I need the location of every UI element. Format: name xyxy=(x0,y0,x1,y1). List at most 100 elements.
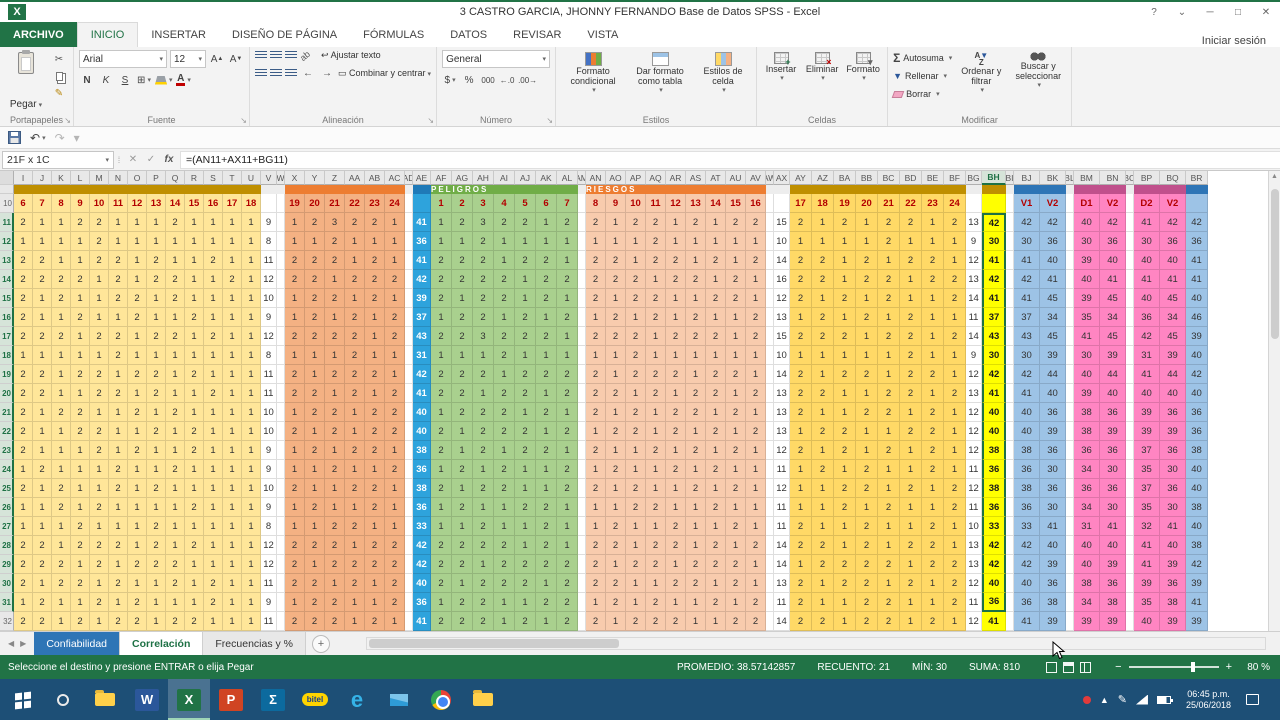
cell-BF25[interactable]: 2 xyxy=(944,479,966,498)
row-header-19[interactable]: 19 xyxy=(0,365,14,384)
cell-BF23[interactable]: 1 xyxy=(944,441,966,460)
cell-BG26[interactable]: 11 xyxy=(966,498,982,517)
cell-N28[interactable]: 2 xyxy=(109,536,128,555)
cell-N23[interactable]: 1 xyxy=(109,441,128,460)
cell-AZ32[interactable]: 2 xyxy=(812,612,834,631)
cell-I26[interactable]: 1 xyxy=(14,498,33,517)
cell-N11[interactable]: 1 xyxy=(109,213,128,232)
cell-AF12[interactable]: 1 xyxy=(431,232,452,251)
cell-AV18[interactable]: 1 xyxy=(746,346,766,365)
cell-AN13[interactable]: 2 xyxy=(586,251,606,270)
cell-AN32[interactable]: 2 xyxy=(586,612,606,631)
column-header-M[interactable]: M xyxy=(90,171,109,185)
insert-function-button[interactable]: fx xyxy=(160,154,178,165)
cell-AZ28[interactable]: 2 xyxy=(812,536,834,555)
cell-BG21[interactable]: 12 xyxy=(966,403,982,422)
cell-Z29[interactable]: 2 xyxy=(325,555,345,574)
cell-BH22[interactable]: 40 xyxy=(982,422,1006,441)
cell-W30[interactable] xyxy=(277,574,285,593)
cell-BK30[interactable]: 36 xyxy=(1040,574,1066,593)
cell-AP13[interactable]: 1 xyxy=(626,251,646,270)
cell-BO28[interactable] xyxy=(1126,536,1134,555)
cell-AK18[interactable]: 1 xyxy=(536,346,557,365)
cell-AP27[interactable]: 1 xyxy=(626,517,646,536)
cell-AU13[interactable]: 1 xyxy=(726,251,746,270)
cell-AU25[interactable]: 2 xyxy=(726,479,746,498)
cell-K23[interactable]: 1 xyxy=(52,441,71,460)
cell-AL15[interactable]: 1 xyxy=(557,289,578,308)
cell-W23[interactable] xyxy=(277,441,285,460)
cell-R22[interactable]: 2 xyxy=(185,422,204,441)
cell-I13[interactable]: 2 xyxy=(14,251,33,270)
cell-AX11[interactable]: 15 xyxy=(774,213,790,232)
cell-P27[interactable]: 2 xyxy=(147,517,166,536)
cell-BK22[interactable]: 39 xyxy=(1040,422,1066,441)
cell-AH14[interactable]: 2 xyxy=(473,270,494,289)
cell-BN32[interactable]: 39 xyxy=(1100,612,1126,631)
cell-AD30[interactable] xyxy=(405,574,413,593)
column-header-AU[interactable]: AU xyxy=(726,171,746,185)
cell-BQ15[interactable]: 45 xyxy=(1160,289,1186,308)
cell-M25[interactable]: 1 xyxy=(90,479,109,498)
cell-L23[interactable]: 1 xyxy=(71,441,90,460)
cell-AK20[interactable]: 1 xyxy=(536,384,557,403)
font-size-select[interactable]: 12 ▾ xyxy=(170,50,206,68)
cell-AE24[interactable]: 36 xyxy=(413,460,431,479)
cell-W29[interactable] xyxy=(277,555,285,574)
cell-AV17[interactable]: 2 xyxy=(746,327,766,346)
cell-AZ12[interactable]: 1 xyxy=(812,232,834,251)
cell-BG30[interactable]: 12 xyxy=(966,574,982,593)
cell-Q21[interactable]: 2 xyxy=(166,403,185,422)
cell-AW19[interactable] xyxy=(766,365,774,384)
cell-AL32[interactable]: 2 xyxy=(557,612,578,631)
cell-AS15[interactable]: 1 xyxy=(686,289,706,308)
cell-AO32[interactable]: 1 xyxy=(606,612,626,631)
cell-BM21[interactable]: 38 xyxy=(1074,403,1100,422)
cell-AS18[interactable]: 1 xyxy=(686,346,706,365)
cell-BK15[interactable]: 45 xyxy=(1040,289,1066,308)
cell-AU19[interactable]: 2 xyxy=(726,365,746,384)
cell-AA11[interactable]: 2 xyxy=(345,213,365,232)
cell-AZ20[interactable]: 2 xyxy=(812,384,834,403)
cell-AR28[interactable]: 2 xyxy=(666,536,686,555)
cell-AY13[interactable]: 2 xyxy=(790,251,812,270)
cell-Q25[interactable]: 1 xyxy=(166,479,185,498)
cell-M26[interactable]: 2 xyxy=(90,498,109,517)
cell-BF19[interactable]: 1 xyxy=(944,365,966,384)
cell-AD32[interactable] xyxy=(405,612,413,631)
cell-BQ27[interactable]: 41 xyxy=(1160,517,1186,536)
cell-U13[interactable]: 1 xyxy=(242,251,261,270)
row-header-28[interactable]: 28 xyxy=(0,536,14,555)
tab-vista[interactable]: VISTA xyxy=(574,22,631,47)
cell-AR23[interactable]: 1 xyxy=(666,441,686,460)
cell-BE20[interactable]: 1 xyxy=(922,384,944,403)
cell-BG27[interactable]: 10 xyxy=(966,517,982,536)
cell-S12[interactable]: 1 xyxy=(204,232,223,251)
cell-AR29[interactable]: 1 xyxy=(666,555,686,574)
cell-AH26[interactable]: 1 xyxy=(473,498,494,517)
column-header-BJ[interactable]: BJ xyxy=(1014,171,1040,185)
cell-O21[interactable]: 2 xyxy=(128,403,147,422)
cell-BC13[interactable]: 1 xyxy=(878,251,900,270)
cell-L31[interactable]: 1 xyxy=(71,593,90,612)
cell-BK18[interactable]: 39 xyxy=(1040,346,1066,365)
cell-AH20[interactable]: 1 xyxy=(473,384,494,403)
cell-BH13[interactable]: 41 xyxy=(982,251,1006,270)
cell-AP23[interactable]: 1 xyxy=(626,441,646,460)
cell-BH15[interactable]: 41 xyxy=(982,289,1006,308)
cell-BG17[interactable]: 14 xyxy=(966,327,982,346)
cell-BO11[interactable] xyxy=(1126,213,1134,232)
cell-AW32[interactable] xyxy=(766,612,774,631)
cell-BN29[interactable]: 39 xyxy=(1100,555,1126,574)
cell-BE17[interactable]: 1 xyxy=(922,327,944,346)
cell-X27[interactable]: 1 xyxy=(285,517,305,536)
cell-AI29[interactable]: 2 xyxy=(494,555,515,574)
cell-AG14[interactable]: 2 xyxy=(452,270,473,289)
cell-BH16[interactable]: 37 xyxy=(982,308,1006,327)
cell-BB24[interactable]: 2 xyxy=(856,460,878,479)
cell-BO13[interactable] xyxy=(1126,251,1134,270)
cell-AJ25[interactable]: 1 xyxy=(515,479,536,498)
cell-AV31[interactable]: 2 xyxy=(746,593,766,612)
cell-AL13[interactable]: 1 xyxy=(557,251,578,270)
cell-AH29[interactable]: 1 xyxy=(473,555,494,574)
